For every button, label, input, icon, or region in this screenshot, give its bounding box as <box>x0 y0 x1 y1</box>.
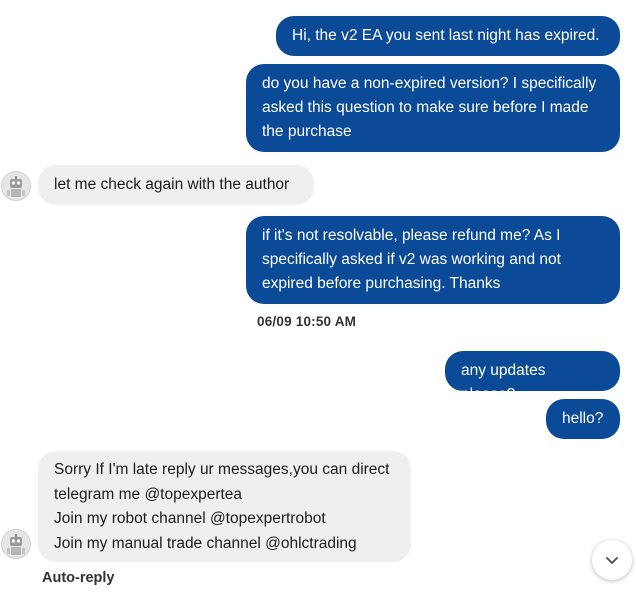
robot-avatar-icon <box>7 176 25 197</box>
chat-thread: Hi, the v2 EA you sent last night has ex… <box>0 0 636 596</box>
chevron-down-icon <box>606 557 618 564</box>
message-outgoing[interactable]: if it's not resolvable, please refund me… <box>246 216 620 304</box>
scroll-to-bottom-button[interactable] <box>592 540 632 580</box>
avatar[interactable] <box>1 171 31 201</box>
avatar[interactable] <box>1 529 31 559</box>
message-outgoing[interactable]: do you have a non-expired version? I spe… <box>246 64 620 152</box>
message-incoming[interactable]: Sorry If I'm late reply ur messages,you … <box>38 451 411 562</box>
message-outgoing[interactable]: any updates please? <box>445 351 620 403</box>
auto-reply-label: Auto-reply <box>42 570 115 586</box>
message-timestamp: 06/09 10:50 AM <box>257 314 357 329</box>
robot-avatar-icon <box>7 534 25 555</box>
message-outgoing[interactable]: hello? <box>546 399 620 439</box>
message-outgoing[interactable]: Hi, the v2 EA you sent last night has ex… <box>276 16 620 56</box>
message-incoming[interactable]: let me check again with the author <box>38 165 314 205</box>
